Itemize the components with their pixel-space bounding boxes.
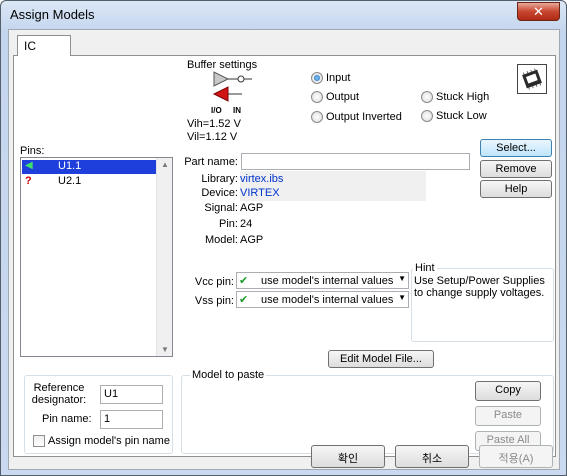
- radio-stuck-low[interactable]: Stuck Low: [421, 110, 487, 122]
- device-label: Device:: [201, 187, 238, 199]
- tab-ic[interactable]: IC: [17, 35, 71, 56]
- close-button[interactable]: ✕: [517, 2, 560, 21]
- vcc-pin-dropdown[interactable]: ✔ use model's internal values ▼: [236, 272, 409, 289]
- library-label: Library:: [201, 173, 238, 185]
- vss-pin-dropdown[interactable]: ✔ use model's internal values ▼: [236, 291, 409, 308]
- radio-icon: [311, 91, 323, 103]
- radio-output-label: Output: [326, 91, 360, 103]
- edit-model-file-button[interactable]: Edit Model File...: [328, 350, 434, 368]
- radio-stuck-low-label: Stuck Low: [436, 110, 487, 122]
- ok-button[interactable]: 확인: [311, 445, 385, 468]
- vss-pin-value: use model's internal values: [261, 294, 394, 306]
- reference-designator-label: Reference designator:: [31, 382, 87, 406]
- radio-icon: [421, 91, 433, 103]
- radio-stuck-high-label: Stuck High: [436, 91, 490, 103]
- select-button[interactable]: Select...: [480, 139, 552, 157]
- ic-chip-icon: [517, 64, 547, 94]
- checkbox-icon: [33, 435, 45, 447]
- vih-text: Vih=1.52 V: [187, 118, 241, 130]
- assign-pin-name-checkbox[interactable]: Assign model's pin name: [33, 435, 170, 447]
- ic-tab-panel: Pins: ◀ U1.1 ? U2.1 ▲ ▼ Buffer settings: [13, 55, 556, 457]
- signal-value: AGP: [240, 202, 264, 214]
- in-label: IN: [233, 106, 241, 115]
- radio-input-label: Input: [326, 72, 351, 84]
- arrow-left-icon: ◀: [25, 160, 33, 171]
- copy-button[interactable]: Copy: [475, 381, 541, 401]
- pin-name-field[interactable]: 1: [100, 410, 163, 429]
- pin-value: 24: [240, 218, 253, 230]
- paste-button[interactable]: Paste: [475, 406, 541, 426]
- assign-pin-name-label: Assign model's pin name: [48, 435, 170, 447]
- remove-button[interactable]: Remove: [480, 160, 552, 178]
- assign-models-dialog: Assign Models ✕ IC Pins: ◀ U1.1 ? U2.1 ▲…: [0, 0, 567, 476]
- chevron-down-icon[interactable]: ▼: [398, 293, 406, 302]
- apply-button[interactable]: 적용(A): [479, 445, 553, 468]
- buffer-diagram-icon: [212, 70, 260, 106]
- dialog-client-area: IC Pins: ◀ U1.1 ? U2.1 ▲ ▼ Buffer settin…: [8, 29, 560, 470]
- io-label: I/O: [211, 106, 222, 115]
- vcc-pin-label: Vcc pin:: [194, 276, 234, 288]
- pin-name: U1.1: [58, 160, 82, 172]
- pins-listbox[interactable]: ◀ U1.1 ? U2.1 ▲ ▼: [20, 157, 173, 357]
- radio-icon: [311, 111, 323, 123]
- radio-stuck-high[interactable]: Stuck High: [421, 91, 489, 103]
- pin-label: Pin:: [219, 218, 238, 230]
- radio-output-inverted[interactable]: Output Inverted: [311, 111, 402, 123]
- model-value: AGP: [240, 234, 264, 246]
- reference-designator-field[interactable]: U1: [100, 385, 163, 404]
- list-item[interactable]: ? U2.1: [22, 175, 157, 189]
- scroll-up-icon[interactable]: ▲: [161, 160, 169, 169]
- model-to-paste-title: Model to paste: [190, 369, 267, 381]
- chevron-down-icon[interactable]: ▼: [398, 274, 406, 283]
- list-item[interactable]: ◀ U1.1: [21, 159, 158, 175]
- radio-output[interactable]: Output: [311, 91, 359, 103]
- hint-title: Hint: [413, 262, 437, 274]
- signal-label: Signal:: [204, 202, 238, 214]
- check-icon: ✔: [239, 294, 249, 306]
- pins-label: Pins:: [20, 145, 45, 157]
- cancel-button[interactable]: 취소: [395, 445, 469, 468]
- pin-name: U2.1: [58, 175, 82, 187]
- pin-name-label: Pin name:: [42, 413, 92, 425]
- window-title: Assign Models: [10, 7, 95, 22]
- help-button[interactable]: Help: [480, 180, 552, 198]
- hint-text: Use Setup/Power Supplies to change suppl…: [414, 275, 545, 299]
- part-name-label: Part name:: [184, 156, 238, 168]
- radio-icon: [421, 110, 433, 122]
- pins-scrollbar[interactable]: ▲ ▼: [156, 158, 172, 356]
- scroll-down-icon[interactable]: ▼: [161, 345, 169, 354]
- vil-text: Vil=1.12 V: [187, 131, 238, 143]
- check-icon: ✔: [239, 275, 249, 287]
- radio-selected-icon: [311, 72, 323, 84]
- vss-pin-label: Vss pin:: [194, 295, 234, 307]
- question-icon: ?: [25, 175, 32, 187]
- title-bar: Assign Models ✕: [1, 1, 566, 29]
- model-label: Model:: [204, 234, 238, 246]
- part-name-field[interactable]: [241, 153, 470, 170]
- library-value: virtex.ibs: [240, 171, 426, 186]
- radio-output-inverted-label: Output Inverted: [326, 111, 402, 123]
- device-value: VIRTEX: [240, 186, 426, 201]
- radio-input[interactable]: Input: [311, 72, 350, 84]
- vcc-pin-value: use model's internal values: [261, 275, 394, 287]
